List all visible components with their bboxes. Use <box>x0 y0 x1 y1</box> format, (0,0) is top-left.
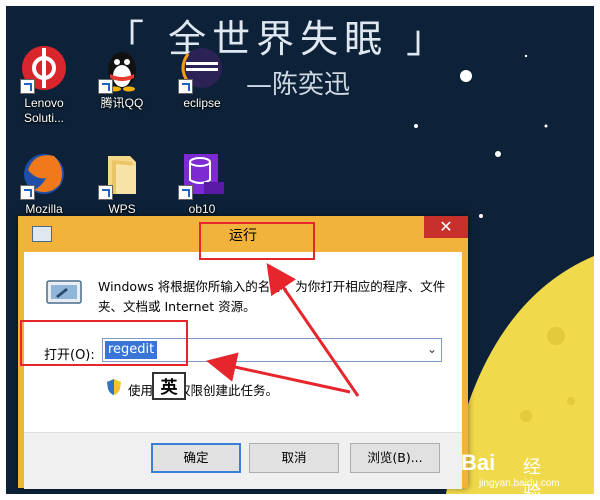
watermark-brand: Bai <box>461 450 496 475</box>
screenshot-frame: 「 全世界失眠 」 —陈奕迅 Lenovo Soluti... 腾讯QQ ecl… <box>6 6 594 494</box>
annotation-arrows <box>206 263 360 397</box>
watermark-url: jingyan.baidu.com <box>479 478 560 489</box>
